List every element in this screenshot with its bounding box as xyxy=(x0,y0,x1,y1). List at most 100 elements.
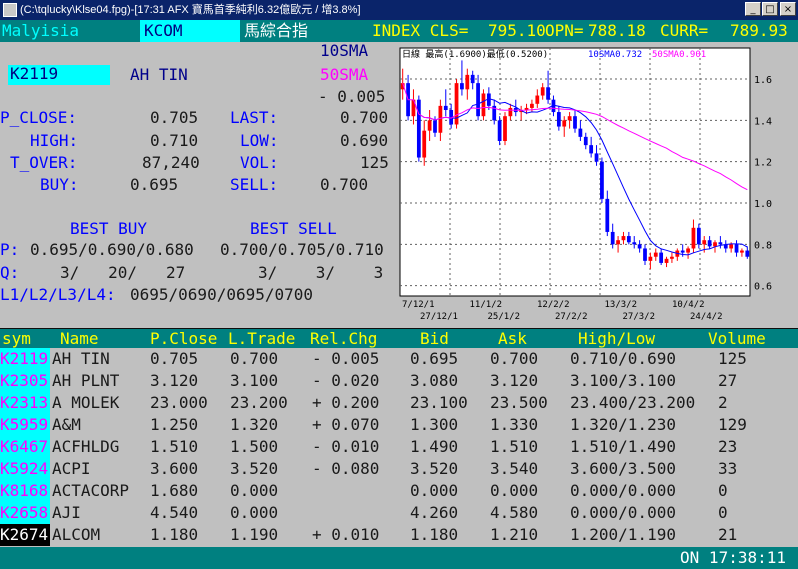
candle-body xyxy=(605,198,610,232)
y-tick-label: 1.6 xyxy=(754,75,772,86)
x-tick-label: 27/12/1 xyxy=(420,312,458,322)
table-row[interactable]: K2658 AJI 4.540 0.000 4.260 4.580 0.000/… xyxy=(0,502,798,524)
ltrade-cell: 3.100 xyxy=(230,371,279,390)
relchg-cell: - 0.005 xyxy=(312,349,380,368)
best-buy-qty: 3/ 20/ 27 xyxy=(60,263,186,282)
candle-body xyxy=(691,227,696,249)
bid-cell: 1.490 xyxy=(410,437,459,456)
candle-body xyxy=(621,236,626,241)
candle-body xyxy=(718,242,723,245)
col-ask[interactable]: Ask xyxy=(498,329,527,348)
bid-cell: 0.000 xyxy=(410,481,459,500)
levels-value: 0695/0690/0695/0700 xyxy=(130,285,314,304)
close-button[interactable]: × xyxy=(780,2,796,16)
sym-cell[interactable]: K6467 xyxy=(0,436,50,458)
candle-body xyxy=(540,87,545,96)
volume-cell: 27 xyxy=(718,371,738,390)
candle-body xyxy=(713,242,717,247)
candle-body xyxy=(632,242,637,245)
sym-cell[interactable]: K2119 xyxy=(0,348,50,370)
candle-body xyxy=(433,120,437,133)
vol-value: 125 xyxy=(360,153,389,172)
candle-body xyxy=(734,244,739,253)
table-row[interactable]: K5959 A&M 1.250 1.320 + 0.070 1.300 1.33… xyxy=(0,414,798,436)
candle-body xyxy=(562,120,567,127)
name-cell: ACTACORP xyxy=(52,481,130,500)
pclose-cell: 4.540 xyxy=(150,503,199,522)
maximize-button[interactable]: □ xyxy=(762,2,778,16)
candle-body xyxy=(535,95,540,104)
ltrade-cell: 0.000 xyxy=(230,503,279,522)
relchg-cell: + 0.010 xyxy=(312,525,380,544)
chart-panel: 1.6 1.4 1.2 1.0 0.8 0.6 日線 最高(1.6900)最低(0.5200… xyxy=(392,42,798,328)
last-label: LAST: xyxy=(230,108,279,127)
col-volume[interactable]: Volume xyxy=(708,329,766,348)
sym-cell[interactable]: K2313 xyxy=(0,392,50,414)
relchg-cell: + 0.070 xyxy=(312,415,380,434)
candle-body xyxy=(653,252,658,257)
candle-body xyxy=(530,103,534,108)
candle-body xyxy=(659,252,664,263)
candle-body xyxy=(578,128,583,137)
stock-code-input[interactable]: K2119 xyxy=(8,65,110,85)
pclose-cell: 0.705 xyxy=(150,349,199,368)
name-cell: A&M xyxy=(52,415,81,434)
candle-body xyxy=(745,250,750,257)
candle-body xyxy=(416,99,421,158)
y-tick-label: 0.8 xyxy=(754,240,772,251)
col-ltrade[interactable]: L.Trade xyxy=(228,329,295,348)
col-relchg[interactable]: Rel.Chg xyxy=(310,329,377,348)
sym-cell[interactable]: K8168 xyxy=(0,480,50,502)
sym-cell[interactable]: K2658 xyxy=(0,502,50,524)
candle-body xyxy=(680,250,685,253)
sym-cell[interactable]: K2674 xyxy=(0,524,50,546)
app-icon xyxy=(3,3,17,17)
col-sym[interactable]: sym xyxy=(2,329,31,348)
index-code[interactable]: KCOM xyxy=(140,20,240,42)
bid-cell: 3.080 xyxy=(410,371,459,390)
market-name: Malyisia xyxy=(2,21,80,40)
ask-cell: 1.510 xyxy=(490,437,539,456)
pclose-cell: 1.250 xyxy=(150,415,199,434)
sym-cell[interactable]: K5924 xyxy=(0,458,50,480)
table-row[interactable]: K2119 AH TIN 0.705 0.700 - 0.005 0.695 0… xyxy=(0,348,798,370)
candlestick-chart[interactable]: 1.6 1.4 1.2 1.0 0.8 0.6 日線 最高(1.6900)最低(0.5200… xyxy=(392,42,798,328)
highlow-cell: 3.600/3.500 xyxy=(570,459,676,478)
x-tick-label: 12/2/2 xyxy=(537,300,570,310)
table-row[interactable]: K2305 AH PLNT 3.120 3.100 - 0.020 3.080 … xyxy=(0,370,798,392)
curr-label: CURR= xyxy=(660,21,709,40)
p-close-value: 0.705 xyxy=(150,108,199,127)
sym-cell[interactable]: K5959 xyxy=(0,414,50,436)
table-row[interactable]: K2313 A MOLEK 23.000 23.200 + 0.200 23.1… xyxy=(0,392,798,414)
status-time: ON 17:38:11 xyxy=(680,548,786,567)
ltrade-cell: 1.190 xyxy=(230,525,279,544)
ask-cell: 1.210 xyxy=(490,525,539,544)
table-row[interactable]: K6467 ACFHLDG 1.510 1.500 - 0.010 1.490 … xyxy=(0,436,798,458)
candle-body xyxy=(600,161,604,199)
sma10-legend: 10SMA0.732 xyxy=(588,50,642,60)
buy-value: 0.695 xyxy=(130,175,179,194)
ltrade-cell: 3.520 xyxy=(230,459,279,478)
name-cell: ALCOM xyxy=(52,525,101,544)
col-bid[interactable]: Bid xyxy=(420,329,449,348)
sym-cell[interactable]: K2305 xyxy=(0,370,50,392)
table-header: sym Name P.Close L.Trade Rel.Chg Bid Ask… xyxy=(0,329,798,348)
window-titlebar: (C:\tqlucky\Klse04.fpg)-[17:31 AFX 寶馬首季純… xyxy=(0,0,798,20)
pclose-cell: 1.180 xyxy=(150,525,199,544)
col-pclose[interactable]: P.Close xyxy=(150,329,217,348)
ask-cell: 3.540 xyxy=(490,459,539,478)
window-title: (C:\tqlucky\Klse04.fpg)-[17:31 AFX 寶馬首季純… xyxy=(20,4,361,16)
minimize-button[interactable]: _ xyxy=(745,2,761,16)
candle-body xyxy=(443,105,448,110)
volume-cell: 21 xyxy=(718,525,738,544)
ltrade-cell: 1.320 xyxy=(230,415,279,434)
best-sell-qty: 3/ 3/ 3 xyxy=(258,263,384,282)
table-row[interactable]: K5924 ACPI 3.600 3.520 - 0.080 3.520 3.5… xyxy=(0,458,798,480)
col-name[interactable]: Name xyxy=(60,329,99,348)
col-highlow[interactable]: High/Low xyxy=(578,329,655,348)
sma50-legend: 50SMA0.901 xyxy=(652,50,706,60)
candle-body xyxy=(637,244,642,249)
table-row[interactable]: K8168 ACTACORP 1.680 0.000 0.000 0.000 0… xyxy=(0,480,798,502)
table-row-selected[interactable]: K2674 ALCOM 1.180 1.190 + 0.010 1.180 1.… xyxy=(0,524,798,546)
candle-body xyxy=(573,116,577,129)
